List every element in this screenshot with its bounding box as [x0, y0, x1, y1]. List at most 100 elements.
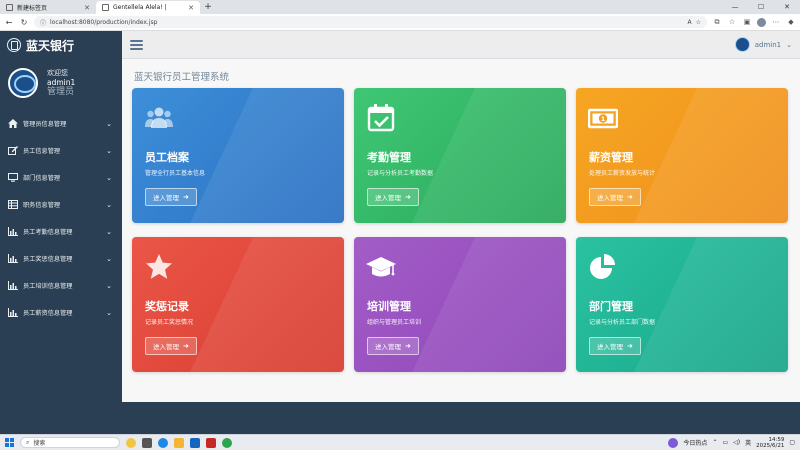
network-icon[interactable]: ▭: [722, 439, 728, 446]
profile-icon[interactable]: [757, 17, 766, 27]
sidebar-item-position[interactable]: 职务信息管理 ⌄: [0, 191, 122, 218]
taskbar-search[interactable]: ⌕ 搜索: [20, 437, 120, 448]
avatar: [734, 37, 750, 52]
bar-chart-icon: [8, 308, 18, 317]
card-rewards: 奖惩记录 记录员工奖惩情况 进入管理 ➜: [132, 237, 344, 372]
close-icon[interactable]: ✕: [84, 4, 90, 12]
sidebar-item-attendance[interactable]: 员工考勤信息管理 ⌄: [0, 218, 122, 245]
collections-icon[interactable]: ▣: [742, 18, 752, 26]
card-title: 员工档案: [145, 151, 189, 164]
card-title: 培训管理: [367, 300, 411, 313]
arrow-right-icon: ➜: [627, 342, 633, 350]
ime-indicator[interactable]: 英: [745, 438, 751, 447]
enter-management-button[interactable]: 进入管理 ➜: [367, 337, 419, 355]
page-title: 蓝天银行员工管理系统: [134, 72, 230, 83]
chevron-down-icon: ⌄: [106, 254, 112, 263]
sidebar-item-label: 员工培训信息管理: [23, 283, 73, 290]
copilot-icon[interactable]: ◆: [786, 18, 796, 26]
card-description: 记录与分析员工考勤数据: [367, 170, 434, 177]
chevron-up-icon[interactable]: ⌃: [712, 439, 717, 446]
bookmark-star-icon[interactable]: ☆: [696, 19, 701, 26]
file-explorer-icon[interactable]: [174, 437, 184, 448]
button-label: 进入管理: [597, 343, 623, 351]
windows-start-icon[interactable]: [5, 438, 14, 447]
more-icon[interactable]: ⋯: [771, 18, 781, 26]
arrow-right-icon: ➜: [627, 193, 633, 201]
sidebar-item-admin[interactable]: 管理员信息管理 ⌄: [0, 110, 122, 137]
info-icon[interactable]: ⓘ: [40, 18, 46, 27]
chevron-down-icon: ⌄: [106, 308, 112, 317]
chevron-down-icon: ⌄: [106, 119, 112, 128]
avatar: [8, 68, 38, 98]
money-icon: 1: [588, 108, 618, 129]
top-nav: admin1 ⌄: [122, 31, 800, 59]
enter-management-button[interactable]: 进入管理 ➜: [589, 337, 641, 355]
card-salary: 1 薪资管理 处理员工薪资发放与统计 进入管理 ➜: [576, 88, 788, 223]
extensions-icon[interactable]: ⧉: [712, 18, 722, 27]
clock[interactable]: 14:59 2025/6/21: [756, 437, 784, 449]
task-view-icon[interactable]: [142, 437, 152, 448]
sidebar-item-label: 员工考勤信息管理: [23, 229, 73, 236]
calendar-check-icon: [367, 104, 395, 132]
card-description: 处理员工薪资发放与统计: [589, 170, 656, 177]
favorites-icon[interactable]: ☆: [727, 18, 737, 26]
wechat-icon[interactable]: [222, 437, 232, 448]
minimize-icon[interactable]: —: [722, 0, 748, 14]
enter-management-button[interactable]: 进入管理 ➜: [145, 337, 197, 355]
system-tray: 今日热点 ⌃ ▭ ◁) 英 14:59 2025/6/21 ▢: [668, 437, 795, 449]
arrow-right-icon: ➜: [183, 193, 189, 201]
page-icon: [102, 4, 109, 11]
edge-browser-icon[interactable]: [158, 437, 168, 448]
close-icon[interactable]: ✕: [188, 4, 194, 12]
sidebar-item-label: 部门信息管理: [23, 175, 61, 182]
widget-icon[interactable]: [126, 437, 136, 448]
browser-tab-active[interactable]: Gentellela Alela! | ✕: [96, 1, 200, 14]
sidebar-item-employee[interactable]: 员工信息管理 ⌄: [0, 137, 122, 164]
enter-management-button[interactable]: 进入管理 ➜: [589, 188, 641, 206]
menu-toggle-icon[interactable]: [130, 39, 143, 50]
desktop-icon: [8, 173, 18, 182]
card-attendance: 考勤管理 记录与分析员工考勤数据 进入管理 ➜: [354, 88, 566, 223]
chevron-down-icon: ⌄: [786, 40, 792, 49]
bar-chart-icon: [8, 254, 18, 263]
brand-name: 蓝天银行: [26, 38, 75, 53]
arrow-right-icon: ➜: [183, 342, 189, 350]
profile-role: 管理员: [47, 87, 75, 97]
browser-tab-bar: 新建标签页 ✕ Gentellela Alela! | ✕ + — ☐ ✕: [0, 0, 800, 14]
search-icon: ⌕: [26, 438, 30, 446]
chevron-down-icon: ⌄: [106, 173, 112, 182]
card-description: 记录员工奖惩情况: [145, 319, 194, 326]
news-label[interactable]: 今日热点: [683, 438, 707, 447]
enter-management-button[interactable]: 进入管理 ➜: [367, 188, 419, 206]
volume-icon[interactable]: ◁): [733, 439, 740, 446]
reload-icon[interactable]: ↻: [19, 18, 29, 27]
app-icon[interactable]: [206, 437, 216, 448]
user-menu[interactable]: admin1 ⌄: [734, 37, 792, 52]
sidebar-item-label: 管理员信息管理: [23, 121, 67, 128]
graduation-cap-icon: [366, 257, 396, 277]
clock-date: 2025/6/21: [756, 442, 785, 449]
sidebar-item-label: 员工奖惩信息管理: [23, 256, 73, 263]
chevron-down-icon: ⌄: [106, 227, 112, 236]
sidebar-item-salary[interactable]: 员工薪资信息管理 ⌄: [0, 299, 122, 326]
url-field[interactable]: ⓘ localhost:8080/production/index.jsp A …: [34, 16, 707, 28]
enter-management-button[interactable]: 进入管理 ➜: [145, 188, 197, 206]
new-tab-button[interactable]: +: [202, 2, 214, 14]
sidebar-item-department[interactable]: 部门信息管理 ⌄: [0, 164, 122, 191]
back-icon[interactable]: ←: [4, 18, 14, 27]
footer: [122, 402, 800, 434]
card-department: 部门管理 记录与分析员工部门数据 进入管理 ➜: [576, 237, 788, 372]
tab-title: 新建标签页: [17, 5, 48, 12]
sidebar-item-label: 员工信息管理: [23, 148, 61, 155]
sidebar-item-reward[interactable]: 员工奖惩信息管理 ⌄: [0, 245, 122, 272]
zoom-icon[interactable]: A: [688, 19, 692, 26]
welcome-text: 欢迎您: [47, 69, 68, 77]
ide-icon[interactable]: [190, 437, 200, 448]
close-window-icon[interactable]: ✕: [774, 0, 800, 14]
card-title: 奖惩记录: [145, 300, 189, 313]
maximize-icon[interactable]: ☐: [748, 0, 774, 14]
browser-tab-newtab[interactable]: 新建标签页 ✕: [0, 1, 96, 14]
brand[interactable]: 蓝天银行: [0, 31, 122, 59]
sidebar-item-training[interactable]: 员工培训信息管理 ⌄: [0, 272, 122, 299]
notification-icon[interactable]: ▢: [789, 439, 795, 446]
